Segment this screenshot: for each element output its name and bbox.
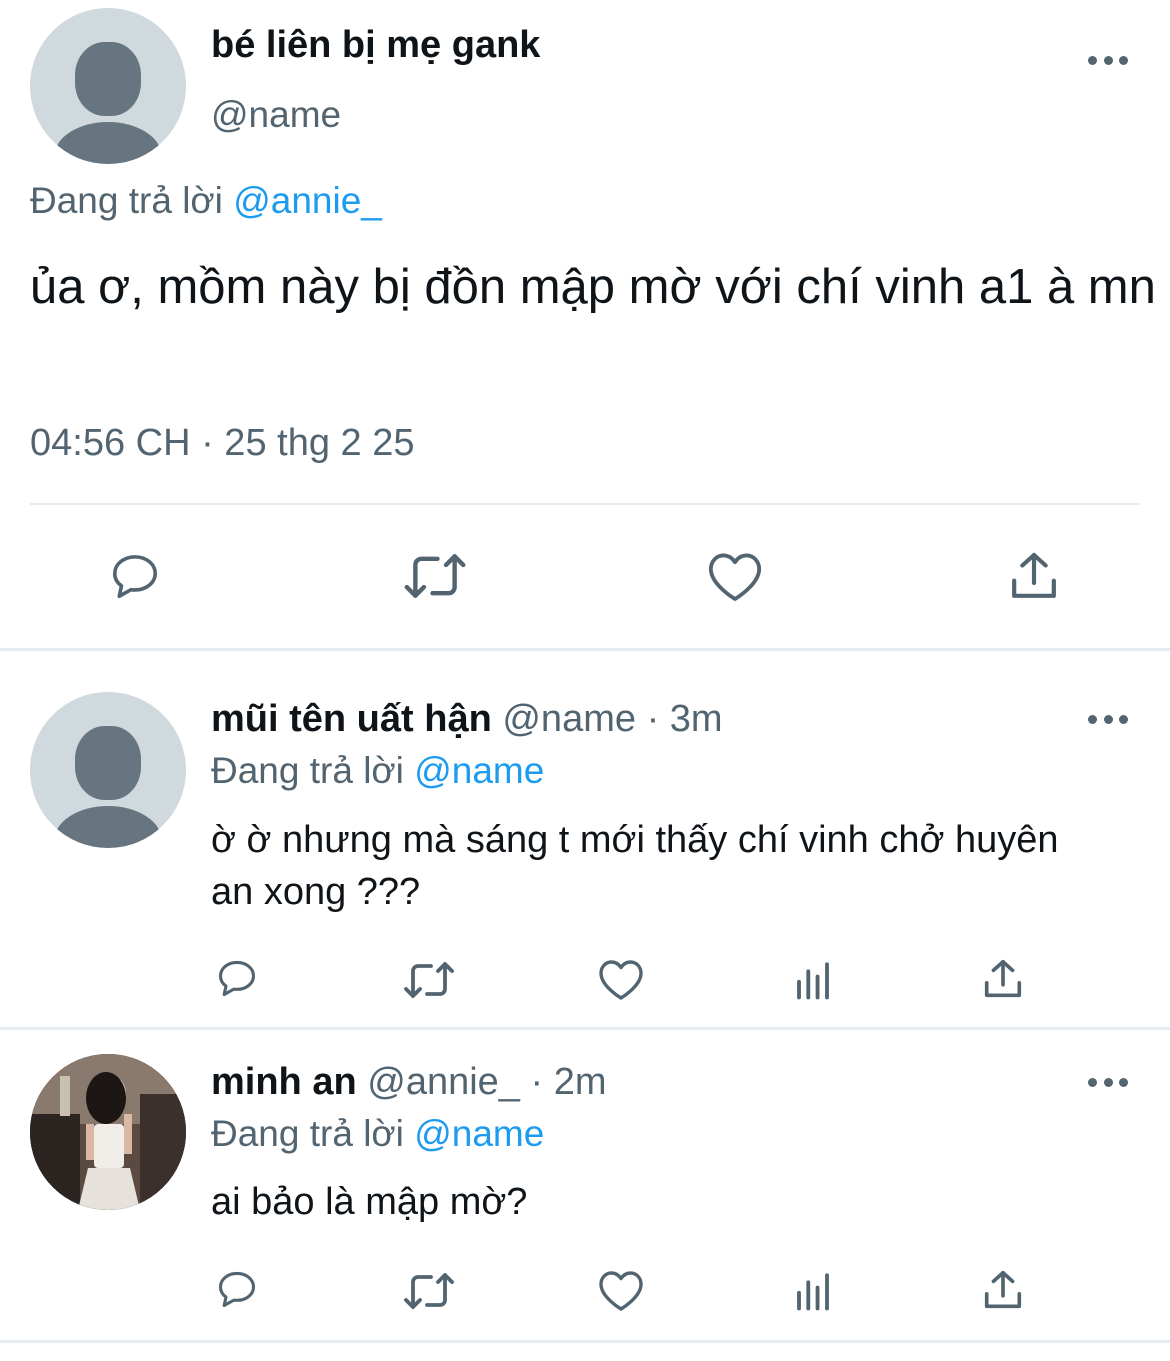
tweet-timestamp[interactable]: 04:56 CH · 25 thg 2 25 [30, 422, 414, 465]
relative-time[interactable]: 2m [554, 1061, 607, 1103]
avatar-body-shape [54, 806, 162, 848]
share-icon[interactable] [1006, 548, 1062, 604]
reply-icon[interactable] [214, 1267, 260, 1311]
display-name[interactable]: minh an [211, 1061, 357, 1103]
replying-label: Đang trả lời [211, 1113, 404, 1154]
avatar[interactable] [30, 1054, 186, 1210]
display-name[interactable]: mũi tên uất hận [211, 698, 492, 740]
mention-link[interactable]: @name [414, 1113, 544, 1154]
avatar-head-shape [75, 42, 141, 116]
reply-header: minh an @annie_ · 2m [211, 1061, 607, 1104]
divider [0, 648, 1170, 651]
user-handle[interactable]: @name [502, 698, 636, 740]
user-handle[interactable]: @annie_ [367, 1061, 520, 1103]
reply-header: mũi tên uất hận @name · 3m [211, 698, 723, 741]
like-icon[interactable] [597, 956, 645, 1002]
reply-text: ai bảo là mập mờ? [211, 1181, 528, 1223]
replying-label: Đang trả lời [30, 180, 223, 221]
tweet-text: ủa ơ, mồm này bị đồn mập mờ với chí vinh… [30, 260, 1156, 314]
divider [30, 503, 1140, 505]
more-options-icon[interactable] [1088, 1072, 1128, 1092]
share-icon[interactable] [980, 1267, 1026, 1313]
tweet-thread-page: bé liên bị mẹ gank @name Đang trả lời @a… [0, 0, 1170, 1361]
profile-photo-image [30, 1054, 186, 1210]
like-icon[interactable] [597, 1267, 645, 1313]
divider [0, 1027, 1170, 1030]
relative-time[interactable]: 3m [670, 698, 723, 740]
views-icon[interactable] [792, 958, 834, 1002]
reply-icon[interactable] [106, 549, 164, 603]
reply-text: ờ ờ nhưng mà sáng t mới thấy chí vinh ch… [211, 819, 1059, 913]
avatar-body-shape [54, 122, 162, 164]
like-icon[interactable] [706, 549, 764, 603]
replying-label: Đang trả lời [211, 750, 404, 791]
more-options-icon[interactable] [1088, 709, 1128, 729]
replying-to: Đang trả lời @name [211, 1113, 544, 1155]
replying-to: Đang trả lời @annie_ [30, 180, 382, 222]
avatar-head-shape [75, 726, 141, 800]
views-icon[interactable] [792, 1269, 834, 1313]
avatar[interactable] [30, 8, 186, 164]
reply-icon[interactable] [214, 956, 260, 1000]
more-options-icon[interactable] [1088, 50, 1128, 70]
retweet-icon[interactable] [400, 958, 458, 1002]
retweet-icon[interactable] [400, 549, 470, 603]
user-handle[interactable]: @name [211, 94, 341, 136]
mention-link[interactable]: @annie_ [233, 180, 382, 221]
replying-to: Đang trả lời @name [211, 750, 544, 792]
dot-separator: · [646, 698, 660, 740]
main-tweet: bé liên bị mẹ gank @name Đang trả lời @a… [0, 0, 1170, 648]
dot-separator: · [530, 1061, 544, 1103]
avatar[interactable] [30, 692, 186, 848]
mention-link[interactable]: @name [414, 750, 544, 791]
retweet-icon[interactable] [400, 1269, 458, 1313]
display-name[interactable]: bé liên bị mẹ gank [211, 24, 540, 67]
share-icon[interactable] [980, 956, 1026, 1002]
divider [0, 1340, 1170, 1343]
